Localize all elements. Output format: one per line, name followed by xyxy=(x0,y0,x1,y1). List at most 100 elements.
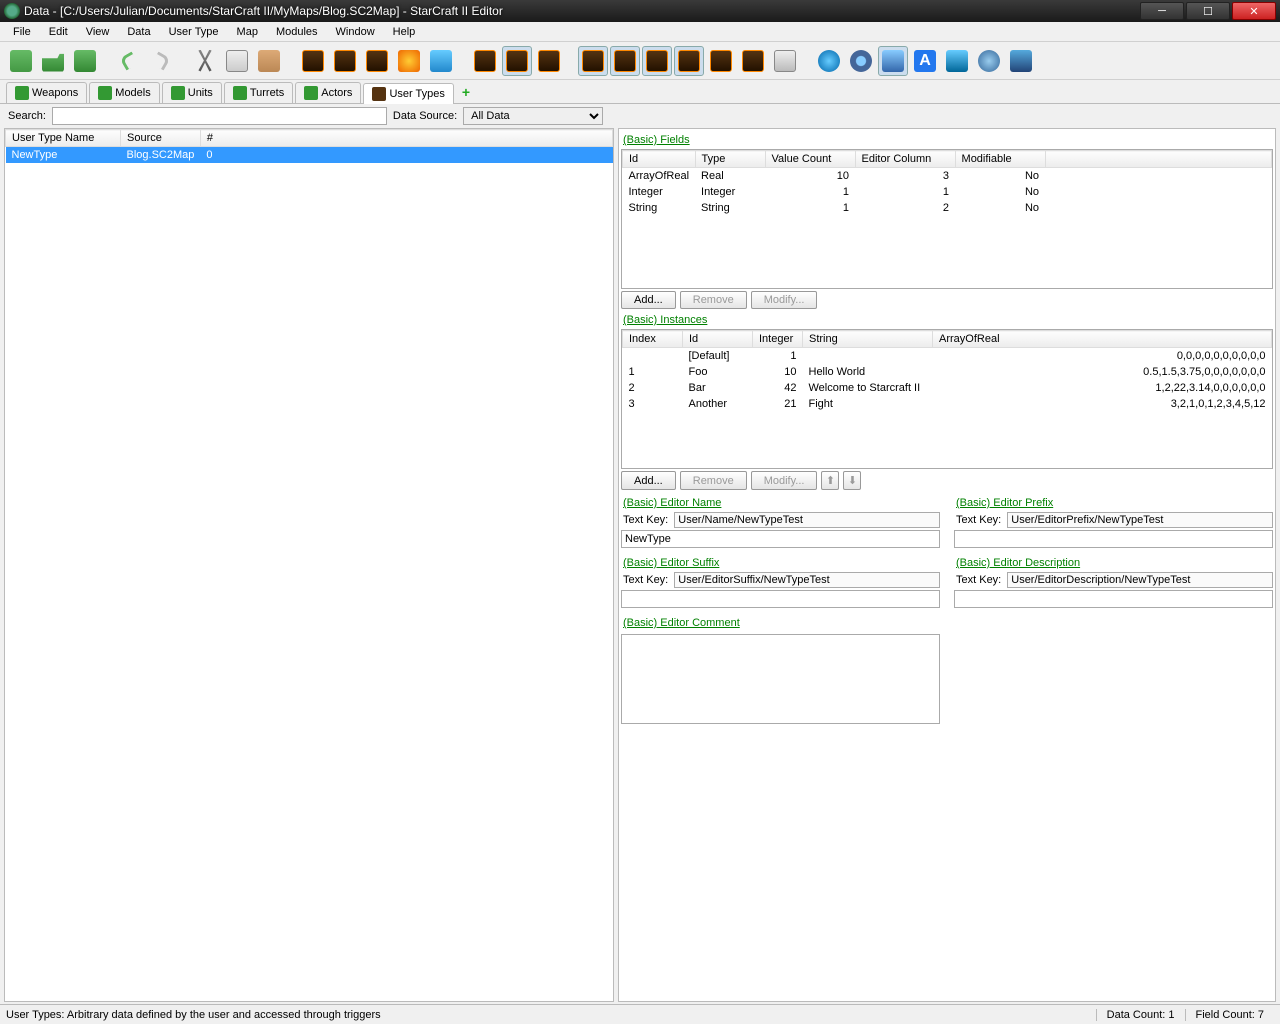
col-count[interactable]: # xyxy=(200,130,612,147)
maximize-button[interactable]: ☐ xyxy=(1186,2,1230,20)
menu-usertype[interactable]: User Type xyxy=(160,24,228,40)
panel-btn-1[interactable] xyxy=(578,46,608,76)
menu-help[interactable]: Help xyxy=(384,24,425,40)
type-table[interactable]: User Type Name Source # NewType Blog.SC2… xyxy=(5,129,613,163)
editor-prefix-value[interactable] xyxy=(954,530,1273,548)
tab-actors[interactable]: Actors xyxy=(295,82,361,103)
menu-window[interactable]: Window xyxy=(327,24,384,40)
effects-button[interactable] xyxy=(394,46,424,76)
ai-button[interactable] xyxy=(974,46,1004,76)
data-btn-3[interactable] xyxy=(362,46,392,76)
col-mod[interactable]: Modifiable xyxy=(955,151,1045,168)
data-module-button[interactable] xyxy=(878,46,908,76)
tab-weapons[interactable]: Weapons xyxy=(6,82,87,103)
editor-suffix-title[interactable]: (Basic) Editor Suffix xyxy=(621,554,940,572)
datasource-select[interactable]: All Data xyxy=(463,107,603,125)
panel-btn-2[interactable] xyxy=(610,46,640,76)
menu-modules[interactable]: Modules xyxy=(267,24,327,40)
instance-row[interactable]: 3Another21Fight3,2,1,0,1,2,3,4,5,12 xyxy=(623,396,1272,412)
instances-table[interactable]: Index Id Integer String ArrayOfReal [Def… xyxy=(622,330,1272,412)
tab-label: Turrets xyxy=(250,87,284,99)
fields-add-button[interactable]: Add... xyxy=(621,291,676,309)
instances-add-button[interactable]: Add... xyxy=(621,471,676,490)
undo-button[interactable] xyxy=(114,46,144,76)
save-button[interactable] xyxy=(70,46,100,76)
menu-file[interactable]: File xyxy=(4,24,40,40)
fields-title[interactable]: (Basic) Fields xyxy=(621,131,1273,149)
instances-title[interactable]: (Basic) Instances xyxy=(621,311,1273,329)
col-vc[interactable]: Value Count xyxy=(765,151,855,168)
fields-modify-button[interactable]: Modify... xyxy=(751,291,818,309)
search-input[interactable] xyxy=(52,107,387,125)
editor-name-title[interactable]: (Basic) Editor Name xyxy=(621,494,940,512)
panel-btn-4[interactable] xyxy=(674,46,704,76)
field-row[interactable]: ArrayOfRealReal103No xyxy=(623,168,1272,185)
type-row[interactable]: NewType Blog.SC2Map 0 xyxy=(6,147,613,164)
new-button[interactable] xyxy=(6,46,36,76)
instance-row[interactable]: [Default]10,0,0,0,0,0,0,0,0,0 xyxy=(623,348,1272,365)
menu-map[interactable]: Map xyxy=(228,24,267,40)
editor-desc-title[interactable]: (Basic) Editor Description xyxy=(954,554,1273,572)
instances-modify-button[interactable]: Modify... xyxy=(751,471,818,490)
menu-view[interactable]: View xyxy=(77,24,119,40)
move-up-button[interactable]: ⬆ xyxy=(821,471,839,490)
terrain-button[interactable] xyxy=(814,46,844,76)
instance-row[interactable]: 2Bar42Welcome to Starcraft II1,2,22,3.14… xyxy=(623,380,1272,396)
editor-comment-title[interactable]: (Basic) Editor Comment xyxy=(621,614,940,632)
redo-button[interactable] xyxy=(146,46,176,76)
cut-button[interactable] xyxy=(190,46,220,76)
col-int[interactable]: Integer xyxy=(753,331,803,348)
menu-data[interactable]: Data xyxy=(118,24,159,40)
triggers-button[interactable] xyxy=(846,46,876,76)
editor-suffix-value[interactable] xyxy=(621,590,940,608)
fields-table[interactable]: Id Type Value Count Editor Column Modifi… xyxy=(622,150,1272,216)
field-row[interactable]: IntegerInteger11No xyxy=(623,184,1272,200)
tab-usertypes[interactable]: User Types xyxy=(363,83,453,104)
open-button[interactable] xyxy=(38,46,68,76)
col-ec[interactable]: Editor Column xyxy=(855,151,955,168)
editor-desc-key[interactable] xyxy=(1007,572,1273,588)
panel-btn-3[interactable] xyxy=(642,46,672,76)
copy-button[interactable] xyxy=(222,46,252,76)
minimize-button[interactable]: ─ xyxy=(1140,2,1184,20)
link-button[interactable] xyxy=(426,46,456,76)
editor-name-value[interactable] xyxy=(621,530,940,548)
editor-desc-value[interactable] xyxy=(954,590,1273,608)
view-btn-2[interactable] xyxy=(502,46,532,76)
data-btn-2[interactable] xyxy=(330,46,360,76)
move-down-button[interactable]: ⬇ xyxy=(843,471,861,490)
panel-btn-6[interactable] xyxy=(738,46,768,76)
panel-btn-5[interactable] xyxy=(706,46,736,76)
col-index[interactable]: Index xyxy=(623,331,683,348)
field-row[interactable]: StringString12No xyxy=(623,200,1272,216)
col-type[interactable]: Type xyxy=(695,151,765,168)
overview-button[interactable] xyxy=(1006,46,1036,76)
xml-button[interactable] xyxy=(770,46,800,76)
tab-turrets[interactable]: Turrets xyxy=(224,82,293,103)
editor-prefix-title[interactable]: (Basic) Editor Prefix xyxy=(954,494,1273,512)
menu-edit[interactable]: Edit xyxy=(40,24,77,40)
tab-models[interactable]: Models xyxy=(89,82,159,103)
col-source[interactable]: Source xyxy=(121,130,201,147)
view-btn-3[interactable] xyxy=(534,46,564,76)
col-str[interactable]: String xyxy=(803,331,933,348)
col-arr[interactable]: ArrayOfReal xyxy=(933,331,1272,348)
editor-name-key[interactable] xyxy=(674,512,940,528)
editor-prefix-key[interactable] xyxy=(1007,512,1273,528)
instances-remove-button[interactable]: Remove xyxy=(680,471,747,490)
fields-remove-button[interactable]: Remove xyxy=(680,291,747,309)
instance-row[interactable]: 1Foo10Hello World0.5,1.5,3.75,0,0,0,0,0,… xyxy=(623,364,1272,380)
col-id[interactable]: Id xyxy=(623,151,696,168)
view-btn-1[interactable] xyxy=(470,46,500,76)
add-tab-button[interactable]: + xyxy=(456,81,476,103)
tab-units[interactable]: Units xyxy=(162,82,222,103)
col-id[interactable]: Id xyxy=(683,331,753,348)
text-button[interactable]: A xyxy=(910,46,940,76)
paste-button[interactable] xyxy=(254,46,284,76)
data-btn-1[interactable] xyxy=(298,46,328,76)
col-name[interactable]: User Type Name xyxy=(6,130,121,147)
import-button[interactable] xyxy=(942,46,972,76)
close-button[interactable]: ✕ xyxy=(1232,2,1276,20)
editor-suffix-key[interactable] xyxy=(674,572,940,588)
editor-comment-value[interactable] xyxy=(621,634,940,724)
